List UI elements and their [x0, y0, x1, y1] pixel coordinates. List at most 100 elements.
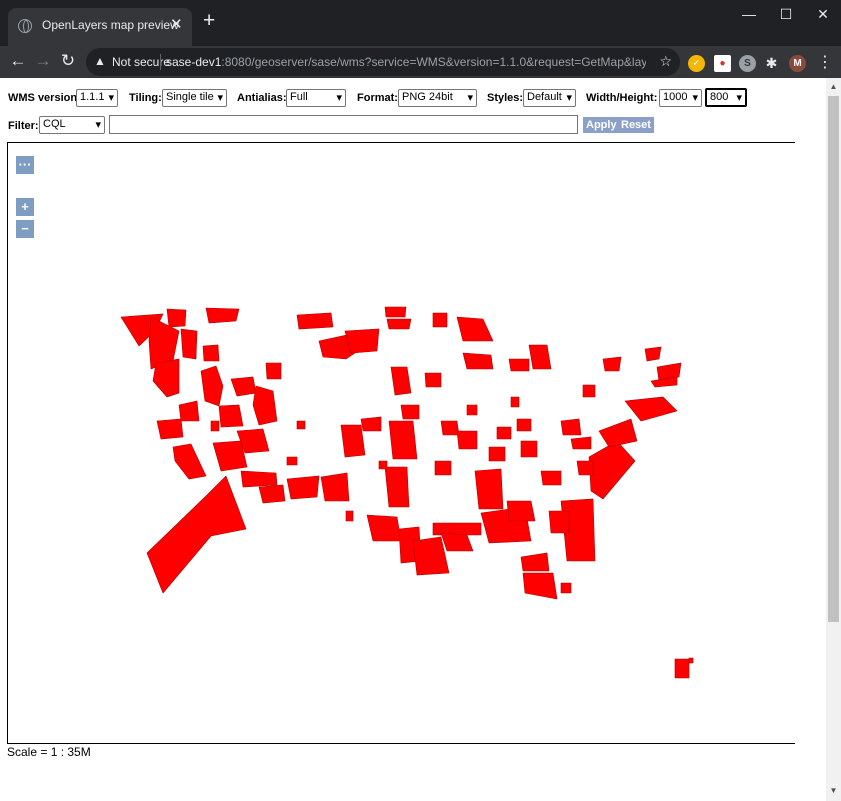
map-feature: [520, 440, 538, 458]
map-feature: [210, 420, 220, 432]
map-feature: [548, 510, 570, 534]
map-feature: [320, 472, 350, 502]
map-feature: [456, 316, 494, 342]
map-feature: [200, 365, 224, 407]
more-menu-icon[interactable]: ⋮: [817, 52, 833, 72]
map-feature: [598, 418, 638, 448]
map-feature: [624, 396, 678, 422]
filter-type-select[interactable]: CQL: [39, 116, 105, 134]
map-feature: [400, 404, 420, 420]
map-feature: [540, 470, 562, 486]
map-feature: [474, 468, 504, 510]
map-feature: [384, 306, 407, 318]
address-bar[interactable]: ▲ Not secure sase-dev1:8080/geoserver/sa…: [86, 48, 680, 76]
map-feature: [488, 446, 506, 462]
map-feature: [560, 418, 582, 436]
scroll-thumb[interactable]: [828, 96, 839, 622]
tiling-select[interactable]: Single tile: [162, 89, 227, 107]
map-feature: [286, 456, 298, 466]
map-feature: [340, 424, 366, 458]
bookmark-star-icon[interactable]: ☆: [659, 53, 672, 70]
map-feature: [456, 430, 478, 450]
browser-tab[interactable]: OpenLayers map preview ✕: [8, 8, 192, 46]
styles-label: Styles:: [487, 92, 524, 104]
reset-button[interactable]: Reset: [618, 117, 654, 133]
minimize-icon[interactable]: —: [736, 6, 762, 26]
map-feature: [688, 657, 694, 664]
map-feature: [432, 312, 448, 328]
map-feature: [258, 484, 286, 504]
map-feature: [230, 376, 257, 397]
back-arrow-icon[interactable]: ←: [7, 50, 29, 72]
map-feature: [522, 572, 558, 600]
map-feature: [345, 510, 354, 522]
maximize-icon[interactable]: ☐: [773, 6, 799, 26]
url-path: :8080/geoserver/sase/wms?service=WMS&ver…: [221, 55, 646, 69]
tab-close-icon[interactable]: ✕: [170, 15, 183, 33]
map-feature: [378, 460, 388, 470]
map-feature: [582, 384, 596, 398]
filter-input[interactable]: [109, 115, 578, 134]
map-feature: [424, 372, 442, 388]
warning-icon[interactable]: ▲: [94, 54, 106, 68]
tiling-label: Tiling:: [129, 92, 162, 104]
puzzle-icon[interactable]: ✱: [763, 55, 780, 72]
map-feature: [212, 440, 248, 472]
map-feature: [434, 460, 452, 476]
map-feature: [296, 312, 334, 330]
norton-icon[interactable]: ✓: [688, 55, 705, 72]
format-select[interactable]: PNG 24bit: [398, 89, 477, 107]
map-feature: [506, 500, 536, 522]
antialias-select[interactable]: Full: [286, 89, 346, 107]
map-feature: [440, 420, 460, 436]
styles-select[interactable]: Default: [523, 89, 576, 107]
map-scale-text: Scale = 1 : 35M: [7, 745, 91, 759]
width-select[interactable]: 1000: [659, 89, 702, 107]
scroll-down-icon[interactable]: ▼: [829, 786, 838, 795]
map-feature: [205, 307, 240, 324]
format-label: Format:: [357, 92, 398, 104]
page-content: WMS version: 1.1.1 Tiling: Single tile A…: [0, 78, 826, 801]
shield-ext-icon[interactable]: ●: [714, 55, 731, 72]
map-feature: [462, 352, 494, 370]
scroll-up-icon[interactable]: ▲: [829, 82, 838, 91]
map-feature: [180, 328, 198, 360]
map-feature: [508, 358, 530, 372]
map-feature: [386, 318, 412, 330]
map-feature: [152, 358, 180, 398]
map-viewport[interactable]: ··· + −: [7, 142, 795, 744]
map-feature: [344, 328, 380, 354]
map-feature: [240, 470, 278, 488]
height-select[interactable]: 800: [705, 88, 747, 107]
map-feature: [432, 522, 482, 536]
apply-button[interactable]: Apply: [583, 117, 620, 133]
page-scrollbar[interactable]: ▲ ▼: [826, 78, 841, 801]
wms-version-select[interactable]: 1.1.1: [76, 89, 118, 107]
reload-icon[interactable]: ↻: [57, 50, 79, 72]
map-feature: [560, 582, 572, 594]
map-feature: [360, 416, 382, 432]
map-feature: [252, 385, 278, 426]
forward-arrow-icon[interactable]: →: [32, 50, 54, 72]
map-features-layer: [120, 306, 694, 679]
map-feature: [674, 658, 690, 679]
new-tab-button[interactable]: +: [203, 10, 215, 31]
browser-titlebar: OpenLayers map preview ✕ + — ☐ ✕: [0, 0, 841, 46]
map-feature: [440, 532, 474, 552]
avatar[interactable]: M: [789, 55, 806, 72]
map-feature: [510, 396, 520, 408]
map-feature: [412, 536, 450, 576]
url-text[interactable]: sase-dev1:8080/geoserver/sase/wms?servic…: [166, 55, 646, 69]
globe-icon: [18, 19, 32, 33]
map-feature: [570, 436, 592, 450]
map-feature: [644, 346, 662, 362]
omnibox-separator: [160, 54, 161, 70]
map-feature: [296, 420, 306, 430]
map-feature: [366, 514, 402, 542]
map-feature: [390, 366, 412, 396]
map-feature: [588, 440, 636, 500]
antialias-label: Antialias:: [237, 92, 287, 104]
security-label[interactable]: Not secure: [112, 55, 170, 69]
close-window-icon[interactable]: ✕: [810, 6, 836, 26]
s-ext-icon[interactable]: S: [739, 55, 756, 72]
